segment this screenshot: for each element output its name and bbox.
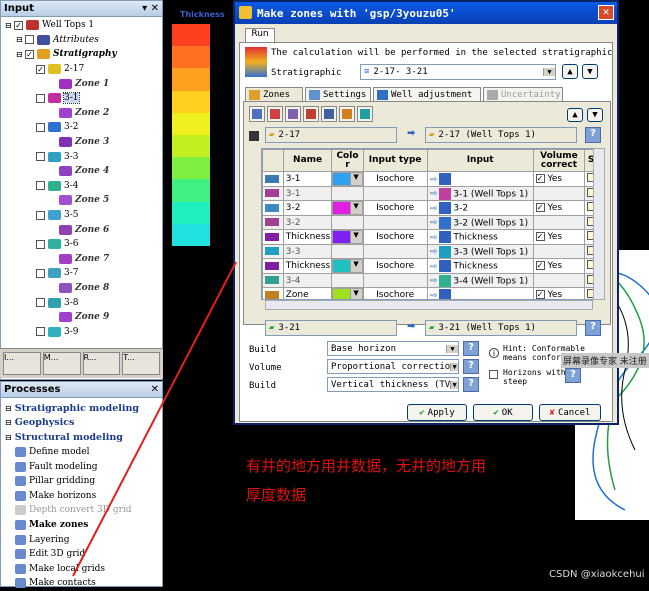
annotation-text: 有井的地方用井数据，无井的地方用 厚度数据 xyxy=(246,452,576,510)
annotation-line-2: 厚度数据 xyxy=(246,486,307,504)
watermark: CSDN @xiaokcehui xyxy=(549,569,645,580)
annotation-line xyxy=(72,261,237,577)
annotation-line-1: 有井的地方用井数据，无井的地方用 xyxy=(246,457,487,475)
